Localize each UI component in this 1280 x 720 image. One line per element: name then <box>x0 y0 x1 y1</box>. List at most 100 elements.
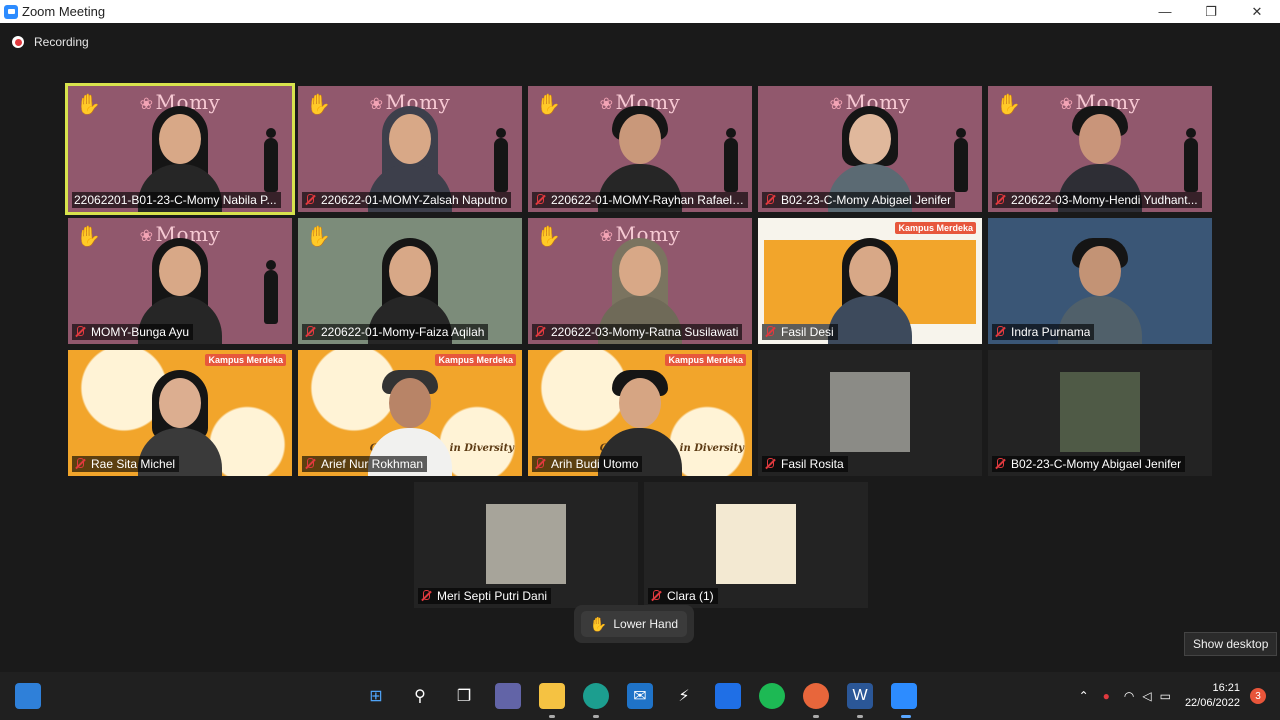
raised-hand-icon: ✋ <box>536 226 561 248</box>
close-button[interactable]: ✕ <box>1234 0 1280 23</box>
zoom-app-icon <box>4 4 18 19</box>
participant-video <box>716 504 796 584</box>
muted-mic-icon <box>650 590 662 602</box>
dropbox-icon[interactable] <box>715 683 741 709</box>
lower-hand-button[interactable]: ✋ Lower Hand <box>581 611 687 637</box>
participant-tile[interactable]: Indra Purnama <box>988 218 1212 344</box>
participant-tile[interactable]: Kampus Merdeka Fasil Desi <box>758 218 982 344</box>
mail-icon[interactable]: ✉ <box>627 683 653 709</box>
participant-tile[interactable]: Kampus Merdeka Collaboration in Diversit… <box>298 350 522 476</box>
participant-name-tag: 220622-01-MOMY-Rayhan Rafael ... <box>532 192 748 208</box>
running-indicator <box>549 715 555 718</box>
participant-video <box>828 236 912 344</box>
participant-name-tag: Rae Sita Michel <box>72 456 180 472</box>
lower-hand-label: Lower Hand <box>613 617 679 631</box>
participant-name-tag: 22062201-B01-23-C-Momy Nabila P... <box>72 192 281 208</box>
kampus-merdeka-banner: Kampus Merdeka <box>205 354 286 366</box>
raised-hand-icon: ✋ <box>996 94 1021 116</box>
muted-mic-icon <box>994 194 1006 206</box>
participant-tile[interactable]: Momy ✋ 220622-01-MOMY-Rayhan Rafael ... <box>528 86 752 212</box>
muted-mic-icon <box>764 458 776 470</box>
participant-name-tag: Meri Septi Putri Dani <box>418 588 552 604</box>
participant-tile[interactable]: ✋ 220622-01-Momy-Faiza Aqilah <box>298 218 522 344</box>
window-controls: — ❐ ✕ <box>1142 0 1280 23</box>
participant-tile[interactable]: Momy ✋ 22062201-B01-23-C-Momy Nabila P..… <box>65 83 295 215</box>
kampus-merdeka-banner: Kampus Merdeka <box>665 354 746 366</box>
participant-tile[interactable]: Momy ✋ MOMY-Bunga Ayu <box>68 218 292 344</box>
recording-label: Recording <box>34 35 89 49</box>
widgets-icon[interactable] <box>15 683 41 709</box>
participant-tile[interactable]: Momy ✋ 220622-03-Momy-Hendi Yudhant... <box>988 86 1212 212</box>
microphone-icon[interactable]: ● <box>1103 689 1110 703</box>
firefox-icon[interactable] <box>803 683 829 709</box>
search-icon[interactable]: ⚲ <box>407 683 433 709</box>
muted-mic-icon <box>420 590 432 602</box>
taskbar: ⊞ ⚲ ❐ ✉ ⚡ W ⌃ ● ◠ ◁ ▭ 16:21 22/06/2022 3 <box>0 672 1280 720</box>
participant-tile[interactable]: Kampus Merdeka Rae Sita Michel <box>68 350 292 476</box>
participant-name-tag: 220622-01-MOMY-Zalsah Naputno <box>302 192 512 208</box>
window-title: Zoom Meeting <box>22 4 106 19</box>
clock[interactable]: 16:21 22/06/2022 <box>1185 681 1240 711</box>
raised-hand-icon: ✋ <box>76 94 101 116</box>
word-icon[interactable]: W <box>847 683 873 709</box>
show-desktop-tooltip: Show desktop <box>1184 632 1278 656</box>
clock-time: 16:21 <box>1212 682 1240 694</box>
participant-name-tag: Fasil Desi <box>762 324 838 340</box>
participant-tile[interactable]: Fasil Rosita <box>758 350 982 476</box>
participant-tile[interactable]: Meri Septi Putri Dani <box>414 482 638 608</box>
muted-mic-icon <box>764 194 776 206</box>
muted-mic-icon <box>74 458 86 470</box>
participant-tile[interactable]: Momy ✋ 220622-01-MOMY-Zalsah Naputno <box>298 86 522 212</box>
participant-video <box>830 372 910 452</box>
participant-name-tag: B02-23-C-Momy Abigael Jenifer <box>992 456 1186 472</box>
hand-icon: ✋ <box>589 615 608 632</box>
participant-name-tag: 220622-03-Momy-Hendi Yudhant... <box>992 192 1202 208</box>
silhouette-graphic <box>1184 128 1198 192</box>
app-icon[interactable]: ⚡ <box>671 683 697 709</box>
participant-tile[interactable]: Momy B02-23-C-Momy Abigael Jenifer <box>758 86 982 212</box>
participant-name-tag: Clara (1) <box>648 588 718 604</box>
participant-name-tag: B02-23-C-Momy Abigael Jenifer <box>762 192 956 208</box>
muted-mic-icon <box>304 326 316 338</box>
muted-mic-icon <box>534 326 546 338</box>
participant-name-tag: Arief Nur Rokhman <box>302 456 428 472</box>
participant-name-tag: Indra Purnama <box>992 324 1095 340</box>
participant-tile[interactable]: Momy ✋ 220622-03-Momy-Ratna Susilawati <box>528 218 752 344</box>
silhouette-graphic <box>724 128 738 192</box>
participant-name-tag: 220622-01-Momy-Faiza Aqilah <box>302 324 489 340</box>
participant-video <box>1060 372 1140 452</box>
start-icon[interactable]: ⊞ <box>363 683 389 709</box>
muted-mic-icon <box>534 194 546 206</box>
zoom-icon[interactable] <box>891 683 917 709</box>
edge-icon[interactable] <box>583 683 609 709</box>
silhouette-graphic <box>954 128 968 192</box>
muted-mic-icon <box>304 194 316 206</box>
window-titlebar: Zoom Meeting — ❐ ✕ <box>0 0 1280 23</box>
muted-mic-icon <box>534 458 546 470</box>
volume-icon[interactable]: ◁ <box>1142 689 1151 703</box>
lower-hand-panel: ✋ Lower Hand <box>574 605 694 643</box>
battery-icon[interactable]: ▭ <box>1160 689 1171 703</box>
record-icon <box>12 36 24 48</box>
minimize-button[interactable]: — <box>1142 0 1188 23</box>
restore-button[interactable]: ❐ <box>1188 0 1234 23</box>
participant-tile[interactable]: B02-23-C-Momy Abigael Jenifer <box>988 350 1212 476</box>
notification-badge[interactable]: 3 <box>1250 688 1266 704</box>
running-indicator <box>857 715 863 718</box>
chevron-up-icon[interactable]: ⌃ <box>1079 689 1089 703</box>
spotify-icon[interactable] <box>759 683 785 709</box>
muted-mic-icon <box>994 326 1006 338</box>
participant-tile[interactable]: Clara (1) <box>644 482 868 608</box>
wifi-icon[interactable]: ◠ <box>1124 689 1134 703</box>
meeting-area: Recording Momy ✋ 22062201-B01-23-C-Momy … <box>0 23 1280 672</box>
system-tray: ⌃ ● ◠ ◁ ▭ 16:21 22/06/2022 3 <box>1079 672 1280 720</box>
chat-icon[interactable] <box>495 683 521 709</box>
recording-indicator[interactable]: Recording <box>12 35 89 49</box>
participant-tile[interactable]: Kampus Merdeka Collaboration in Diversit… <box>528 350 752 476</box>
raised-hand-icon: ✋ <box>306 94 331 116</box>
muted-mic-icon <box>764 326 776 338</box>
task-view-icon[interactable]: ❐ <box>451 683 477 709</box>
participant-name-tag: MOMY-Bunga Ayu <box>72 324 194 340</box>
participant-name-tag: Fasil Rosita <box>762 456 848 472</box>
file-explorer-icon[interactable] <box>539 683 565 709</box>
